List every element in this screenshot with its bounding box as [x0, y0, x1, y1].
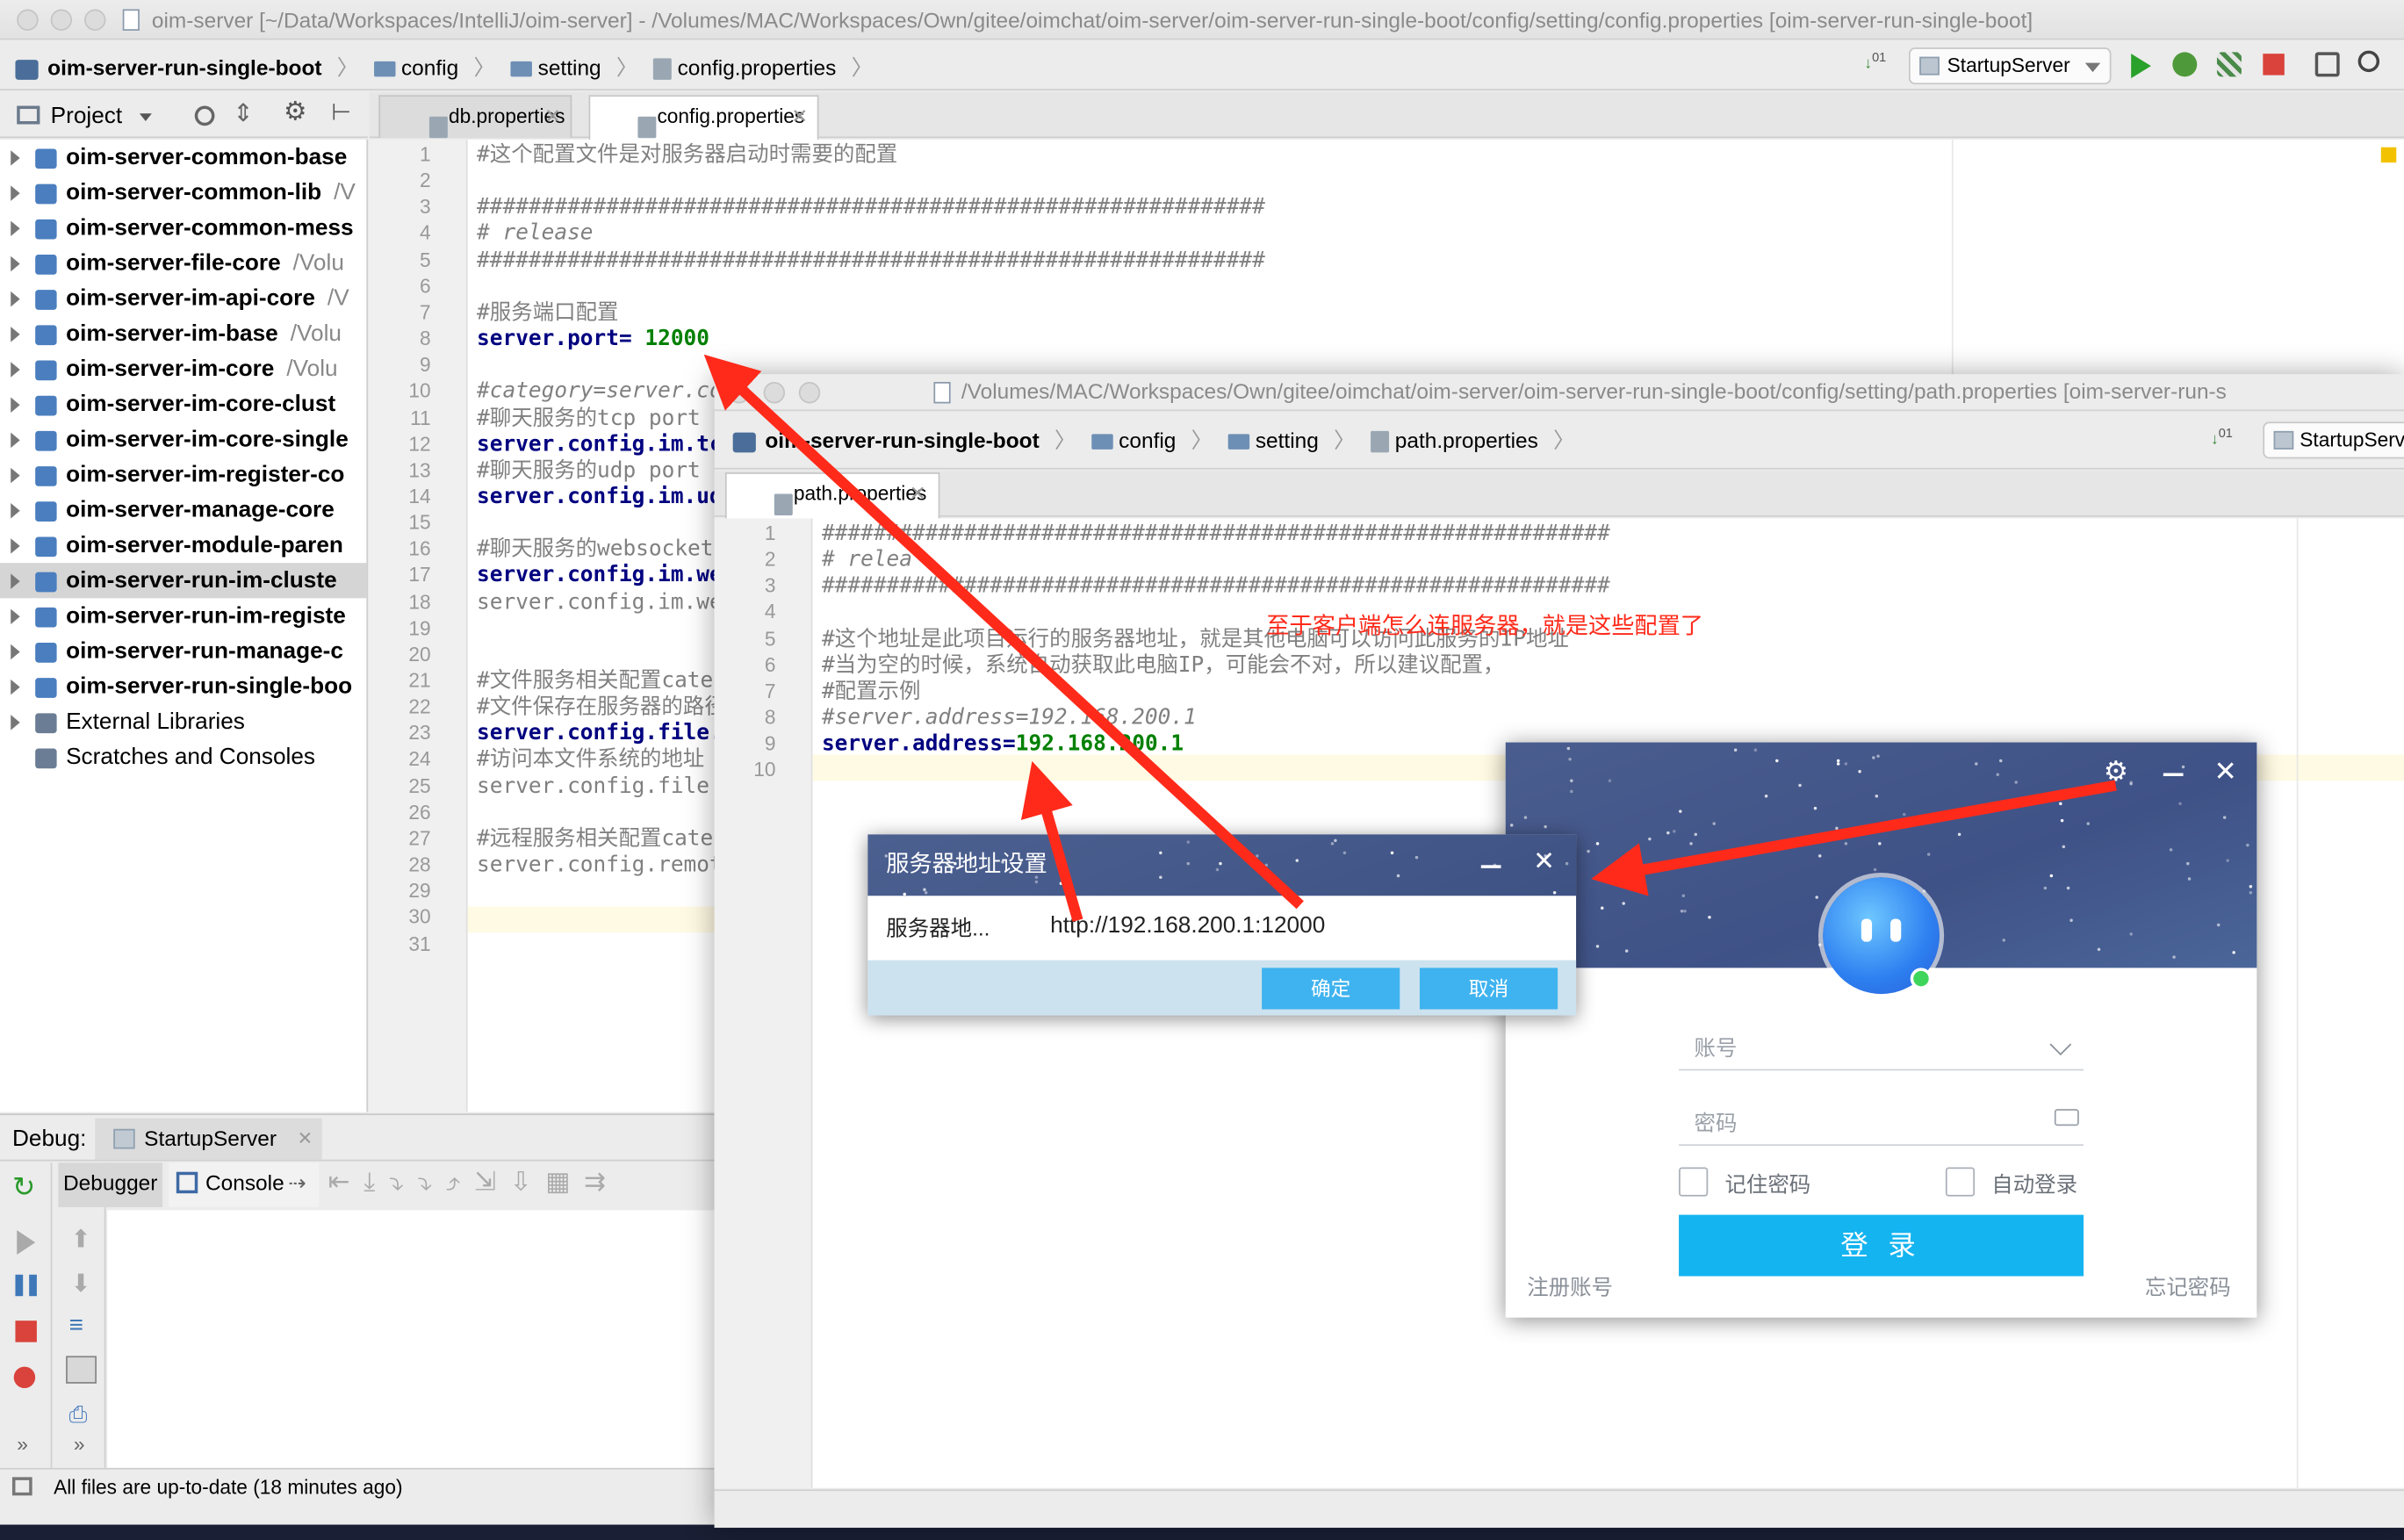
annotation-arrows: [703, 354, 2117, 922]
arrow-to-port: [703, 354, 1304, 910]
arrow-to-settings: [1591, 780, 2117, 896]
arrow-to-address: [1020, 760, 1083, 922]
